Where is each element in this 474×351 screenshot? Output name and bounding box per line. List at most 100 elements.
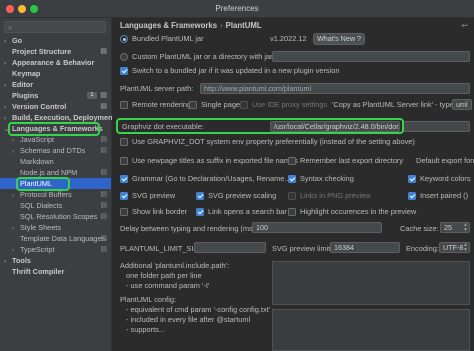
grammar-label: Grammar (Go to Declaration/Usages, Renam… xyxy=(132,174,294,183)
typing-delay-input[interactable]: 100 xyxy=(252,222,382,233)
newpage-suffix-checkbox[interactable] xyxy=(120,157,128,165)
plantuml-config-title: PlantUML config: xyxy=(120,295,177,304)
highlight-languages-frameworks xyxy=(8,122,100,136)
sidebar-item-go[interactable]: › Go xyxy=(0,35,111,46)
custom-jar-label: Custom PlantUML jar or a directory with … xyxy=(132,52,279,61)
search-icon: ⌕ xyxy=(8,23,13,32)
project-settings-icon: ▤ xyxy=(100,92,107,99)
sidebar-item-schemas-dtds[interactable]: › Schemas and DTDs ▤ xyxy=(0,145,111,156)
breadcrumb: Languages & Frameworks › PlantUML xyxy=(120,21,262,30)
sidebar-item-plugins[interactable]: Plugins 1 ▤ xyxy=(0,90,111,101)
server-path-label: PlantUML server path: xyxy=(120,84,194,93)
keyword-colors-label: Keyword colors xyxy=(420,174,471,183)
sidebar-item-sql-resolution-scopes[interactable]: SQL Resolution Scopes ▤ xyxy=(0,211,111,222)
custom-jar-path-input[interactable] xyxy=(272,51,470,62)
typing-delay-label: Delay between typing and rendering (ms): xyxy=(120,224,258,233)
svg-preview-checkbox[interactable] xyxy=(120,192,128,200)
project-settings-icon: ▤ xyxy=(100,136,107,143)
insert-paired-label: Insert paired () xyxy=(420,191,469,200)
limit-size-input[interactable] xyxy=(194,242,266,253)
svg-preview-scaling-checkbox[interactable] xyxy=(196,192,204,200)
switch-bundled-label: Switch to a bundled jar if it was update… xyxy=(132,66,340,75)
syntax-checking-label: Syntax checking xyxy=(300,174,354,183)
svg-preview-scaling-label: SVG preview scaling xyxy=(208,191,277,200)
cache-size-spinner-icon[interactable]: ▲ ▼ xyxy=(463,223,468,232)
remote-rendering-checkbox[interactable] xyxy=(120,101,128,109)
include-path-hint-2: - use command param '-I' xyxy=(126,281,210,290)
newpage-suffix-label: Use newpage titles as suffix in exported… xyxy=(132,156,298,165)
svg-preview-label: SVG preview xyxy=(132,191,176,200)
title-bar: Preferences xyxy=(0,0,474,18)
sidebar-item-version-control[interactable]: › Version Control ▤ xyxy=(0,101,111,112)
server-path-input[interactable]: http://www.plantuml.com/plantuml xyxy=(200,83,470,94)
include-path-title: Additional 'plantuml.include.path': xyxy=(120,261,230,270)
copy-link-type-label: 'Copy as PlantUML Server link' - type: xyxy=(332,100,456,109)
graphviz-env-checkbox[interactable] xyxy=(120,138,128,146)
sidebar-item-sql-dialects[interactable]: SQL Dialects ▤ xyxy=(0,200,111,211)
custom-jar-radio[interactable] xyxy=(120,53,128,61)
breadcrumb-separator: › xyxy=(220,21,223,30)
sidebar-item-project-structure[interactable]: Project Structure ▤ xyxy=(0,46,111,57)
ide-proxy-label: Use IDE proxy settings xyxy=(252,100,328,109)
remember-export-dir-label: Remember last export directory xyxy=(300,156,404,165)
project-settings-icon: ▤ xyxy=(100,191,107,198)
sidebar-item-tools[interactable]: › Tools xyxy=(0,255,111,266)
grammar-checkbox[interactable] xyxy=(120,175,128,183)
links-png-checkbox[interactable] xyxy=(288,192,296,200)
bundled-jar-label: Bundled PlantUML jar xyxy=(132,34,204,43)
encoding-select[interactable]: UTF-8 ▲ ▼ xyxy=(439,242,470,253)
copy-link-type-select[interactable]: uml xyxy=(452,99,472,110)
cache-size-input[interactable]: 25 ▲ ▼ xyxy=(440,222,470,233)
sidebar-item-editor[interactable]: › Editor xyxy=(0,79,111,90)
sidebar-item-keymap[interactable]: Keymap xyxy=(0,68,111,79)
project-settings-icon: ▤ xyxy=(100,147,107,154)
syntax-checking-checkbox[interactable] xyxy=(288,175,296,183)
highlight-occurrences-checkbox[interactable] xyxy=(288,208,296,216)
sidebar-item-thrift-compiler[interactable]: Thrift Compiler xyxy=(0,266,111,277)
keyword-colors-checkbox[interactable] xyxy=(408,175,416,183)
project-settings-icon: ▤ xyxy=(100,246,107,253)
sidebar-item-typescript[interactable]: › TypeScript ▤ xyxy=(0,244,111,255)
whats-new-button[interactable]: What's New ? xyxy=(313,33,365,45)
switch-bundled-checkbox[interactable] xyxy=(120,67,128,75)
settings-search-input[interactable]: ⌕ xyxy=(4,21,106,33)
project-settings-icon: ▤ xyxy=(100,48,107,55)
remember-export-dir-checkbox[interactable] xyxy=(288,157,296,165)
show-link-border-label: Show link border xyxy=(132,207,188,216)
graphviz-env-label: Use GRAPHVIZ_DOT system env property pre… xyxy=(132,137,415,146)
plugins-update-badge: 1 xyxy=(87,92,97,99)
cache-size-label: Cache size: xyxy=(400,224,439,233)
highlight-plantuml xyxy=(16,177,70,191)
plantuml-config-hint-3: - supports... xyxy=(126,325,166,334)
plantuml-config-hint-1: - equivalent of cmd param '-config confi… xyxy=(126,305,271,314)
highlight-occurrences-label: Highlight occurences in the preview xyxy=(300,207,417,216)
highlight-graphviz-dot xyxy=(116,118,404,134)
reset-icon[interactable]: ↩ xyxy=(461,21,468,30)
sidebar-item-template-data-languages[interactable]: Template Data Languages ▤ xyxy=(0,233,111,244)
svg-preview-limit-label: SVG preview limit xyxy=(272,244,331,253)
remote-rendering-label: Remote rendering xyxy=(132,100,192,109)
breadcrumb-parent[interactable]: Languages & Frameworks xyxy=(120,21,217,30)
insert-paired-checkbox[interactable] xyxy=(408,192,416,200)
single-page-checkbox[interactable] xyxy=(189,101,197,109)
show-link-border-checkbox[interactable] xyxy=(120,208,128,216)
project-settings-icon: ▤ xyxy=(100,213,107,220)
project-settings-icon: ▤ xyxy=(100,103,107,110)
chevron-updown-icon: ▲ ▼ xyxy=(463,242,468,253)
sidebar-item-markdown[interactable]: Markdown xyxy=(0,156,111,167)
link-opens-search-checkbox[interactable] xyxy=(196,208,204,216)
svg-preview-limit-input[interactable]: 16384 xyxy=(330,242,400,253)
sidebar-item-appearance[interactable]: › Appearance & Behavior xyxy=(0,57,111,68)
sidebar-item-style-sheets[interactable]: › Style Sheets xyxy=(0,222,111,233)
plantuml-config-textarea[interactable] xyxy=(272,309,470,351)
project-settings-icon: ▤ xyxy=(100,169,107,176)
include-path-hint-1: one folder path per line xyxy=(126,271,202,280)
graphviz-dot-input-extension[interactable] xyxy=(402,121,470,132)
link-opens-search-label: Link opens a search bar xyxy=(208,207,287,216)
ide-proxy-checkbox[interactable] xyxy=(240,101,248,109)
encoding-label: Encoding: xyxy=(406,244,439,253)
bundled-jar-radio[interactable] xyxy=(120,35,128,43)
include-path-textarea[interactable] xyxy=(272,261,470,305)
plantuml-version: v1.2022.12 xyxy=(270,34,307,43)
window-title: Preferences xyxy=(215,4,259,13)
